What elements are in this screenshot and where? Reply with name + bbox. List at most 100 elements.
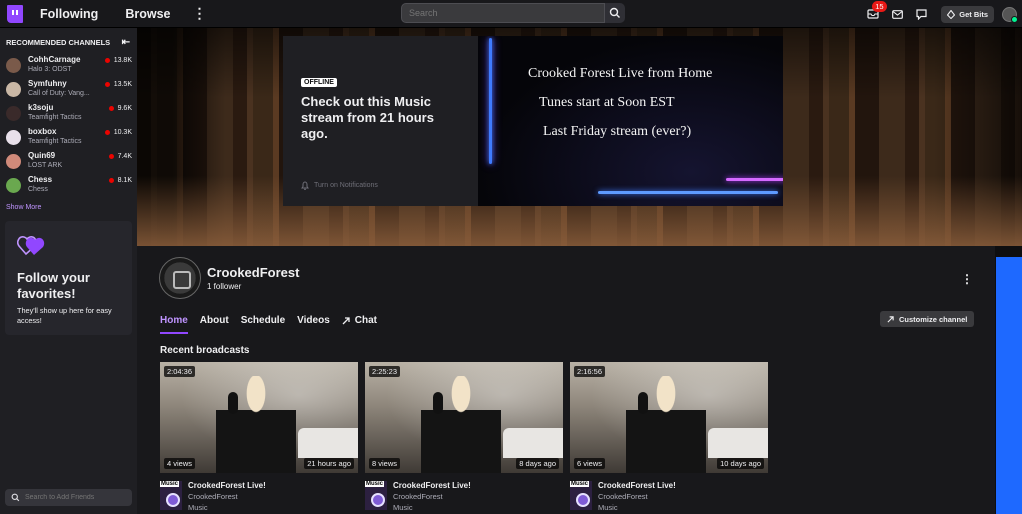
search-icon [609,7,620,18]
sidebar-channel-item[interactable]: boxbox Teamfight Tactics 10.3K [0,127,137,151]
sidebar-channel-item[interactable]: Chess Chess 8.1K [0,175,137,199]
video-category[interactable]: Music [393,502,471,513]
search-button[interactable] [605,3,625,23]
offline-message: Check out this Music stream from 21 hour… [301,94,434,141]
tab-home[interactable]: Home [160,315,188,334]
offline-card[interactable]: OFFLINE Check out this Music stream from… [283,36,478,206]
sidebar-header: RECOMMENDED CHANNELS ⇤ [0,28,137,48]
sidebar-channel-game: Call of Duty: Vang... [28,90,90,97]
video-duration: 2:04:36 [164,366,196,377]
channel-avatar [6,130,21,145]
sidebar-viewer-count: 13.8K [104,57,132,64]
video-views: 8 views [369,458,401,469]
video-title[interactable]: CrookedForest Live! [598,481,676,491]
tab-chat[interactable]: Chat [342,315,377,334]
sidebar-channel-game: LOST ARK [28,162,63,169]
video-duration: 2:16:56 [574,366,606,377]
channel-tabs: Home About Schedule Videos Chat [160,315,377,334]
viewer-count-text: 9.6K [117,105,132,112]
viewer-count-text: 13.5K [113,81,132,88]
sidebar-channel-item[interactable]: k3soju Teamfight Tactics 9.6K [0,103,137,127]
video-channel[interactable]: CrookedForest [393,491,471,502]
left-sidebar: RECOMMENDED CHANNELS ⇤ CohhCarnage Halo 3… [0,28,137,514]
turn-on-notifications[interactable]: Turn on Notifications [301,181,378,190]
offline-image-line-3: Last Friday stream (ever?) [543,124,692,139]
notifications-button[interactable]: 15 [861,1,887,26]
sidebar-channel-item[interactable]: CohhCarnage Halo 3: ODST 13.8K [0,55,137,79]
popout-arrow-icon [342,317,350,325]
category-boxart[interactable]: Music [570,481,592,510]
sidebar-channel-game: Halo 3: ODST [28,66,72,73]
video-card[interactable]: 2:25:23 8 views 8 days ago Music Crooked… [365,362,563,513]
channel-banner: OFFLINE Check out this Music stream from… [137,28,1022,246]
video-channel[interactable]: CrookedForest [188,491,266,502]
live-dot-icon [104,130,110,135]
live-dot-icon [104,58,110,63]
chat-bubble-icon [916,8,927,20]
whispers-button[interactable] [885,2,909,26]
recommended-channel-list: CohhCarnage Halo 3: ODST 13.8K Symfuhny Call… [0,55,137,199]
sidebar-channel-name: Quin69 [28,151,56,160]
video-category[interactable]: Music [188,502,266,513]
video-card[interactable]: 2:04:36 4 views 21 hours ago Music Crook… [160,362,358,513]
neon-pink-line [726,178,783,181]
follower-count: 1 follower [207,282,242,291]
right-edge-blue-panel [996,257,1022,514]
viewer-count-text: 8.1K [117,177,132,184]
sidebar-channel-name: CohhCarnage [28,55,81,64]
recommended-channels-heading: RECOMMENDED CHANNELS [6,38,111,47]
tab-videos[interactable]: Videos [297,315,330,334]
chat-button[interactable] [909,2,933,26]
user-avatar[interactable] [1002,6,1018,23]
offline-image: Crooked Forest Live from Home Tunes star… [478,36,783,206]
video-title[interactable]: CrookedForest Live! [188,481,266,491]
sidebar-viewer-count: 10.3K [104,129,132,136]
category-boxart[interactable]: Music [365,481,387,510]
video-thumbnail[interactable]: 2:04:36 4 views 21 hours ago [160,362,358,473]
get-bits-button[interactable]: Get Bits [941,5,994,23]
video-thumbnail[interactable]: 2:25:23 8 views 8 days ago [365,362,563,473]
video-age: 21 hours ago [304,458,354,469]
video-thumbnail[interactable]: 2:16:56 6 views 10 days ago [570,362,768,473]
channel-avatar [6,178,21,193]
show-more-link[interactable]: Show More [0,199,137,211]
twitch-logo-icon[interactable] [7,4,23,23]
customize-channel-button[interactable]: Customize channel [880,311,975,327]
sidebar-channel-item[interactable]: Symfuhny Call of Duty: Vang... 13.5K [0,79,137,103]
nav-following[interactable]: Following [40,7,98,21]
collapse-sidebar-icon[interactable]: ⇤ [122,37,130,48]
sidebar-channel-name: boxbox [28,127,57,136]
sidebar-channel-game: Teamfight Tactics [28,138,82,145]
channel-more-icon[interactable]: ⋮ [961,272,973,286]
category-boxart[interactable]: Music [160,481,182,510]
sidebar-channel-name: Symfuhny [28,79,67,88]
video-channel[interactable]: CrookedForest [598,491,676,502]
search-input[interactable] [401,3,605,23]
channel-avatar[interactable] [159,257,201,299]
live-dot-icon [108,178,114,183]
viewer-count-text: 7.4K [117,153,132,160]
video-age: 10 days ago [717,458,764,469]
popout-arrow-icon [887,315,894,323]
channel-avatar [6,106,21,121]
category-boxart-label: Music [160,481,180,487]
tab-schedule[interactable]: Schedule [241,315,285,334]
notifications-label: Turn on Notifications [314,182,378,189]
recent-broadcasts-heading: Recent broadcasts [160,345,250,356]
video-category[interactable]: Music [598,502,676,513]
sidebar-channel-item[interactable]: Quin69 LOST ARK 7.4K [0,151,137,175]
sidebar-channel-game: Chess [28,186,48,193]
sidebar-channel-game: Teamfight Tactics [28,114,82,121]
tab-about[interactable]: About [200,315,229,334]
top-navigation: Following Browse ⋮ 15 Get Bits [0,0,1022,28]
add-friends-input[interactable] [25,494,125,501]
video-title[interactable]: CrookedForest Live! [393,481,471,491]
neon-vertical-line [489,38,492,164]
live-dot-icon [104,82,110,87]
more-menu-icon[interactable]: ⋮ [192,5,206,22]
search-icon [11,493,20,502]
nav-browse[interactable]: Browse [125,7,170,21]
video-card[interactable]: 2:16:56 6 views 10 days ago Music Crooke… [570,362,768,513]
viewer-count-text: 10.3K [113,129,132,136]
sidebar-viewer-count: 9.6K [108,105,132,112]
